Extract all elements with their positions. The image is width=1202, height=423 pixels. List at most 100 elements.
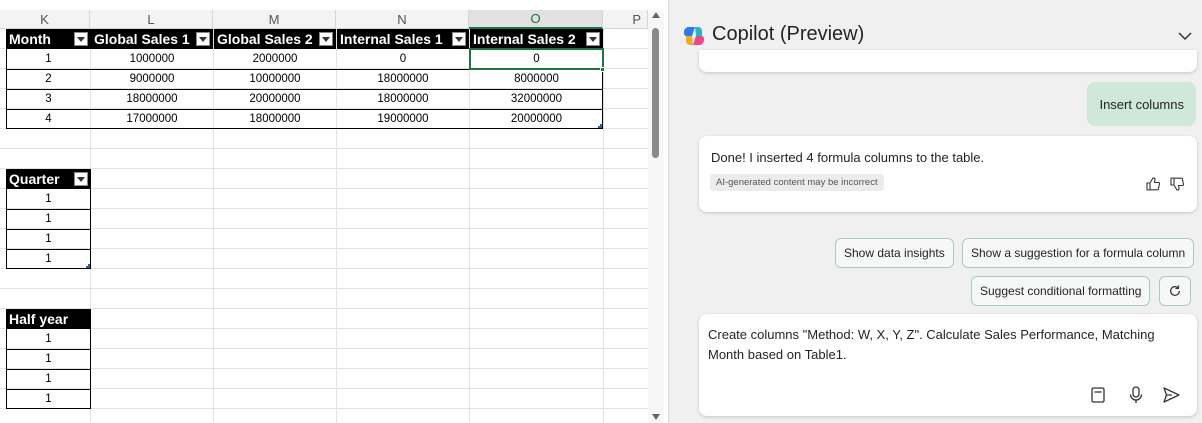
table-cell[interactable]: 18000000 (214, 109, 336, 129)
table-cell[interactable]: 18000000 (337, 89, 469, 109)
previous-message-card (699, 50, 1197, 72)
table-cell[interactable]: 8000000 (470, 69, 603, 89)
table-cell[interactable]: 20000000 (214, 89, 336, 109)
prompt-input-box[interactable]: Create columns "Method: W, X, Y, Z". Cal… (699, 314, 1197, 416)
grid-row (0, 129, 648, 149)
active-cell-border (469, 48, 604, 70)
filter-dropdown-icon[interactable] (452, 32, 466, 46)
column-header-o[interactable]: O (469, 10, 603, 29)
table-header-global-sales-2[interactable]: Global Sales 2 (214, 29, 336, 49)
table-resize-handle[interactable] (86, 264, 90, 268)
table-cell[interactable]: 18000000 (91, 89, 213, 109)
header-label: Global Sales 1 (94, 31, 190, 47)
grid-row (0, 189, 648, 209)
table-cell[interactable]: 0 (337, 49, 469, 69)
table-cell[interactable]: 3 (6, 89, 91, 109)
grid-row (0, 409, 648, 423)
header-label: Quarter (9, 171, 60, 187)
quarter-cell[interactable]: 1 (6, 209, 91, 229)
column-header-n[interactable]: N (336, 10, 469, 29)
header-label: Global Sales 2 (217, 31, 313, 47)
copilot-logo-icon (683, 27, 705, 45)
scroll-up-arrow-icon[interactable] (652, 12, 660, 18)
grid-row (0, 329, 648, 349)
reply-text: Done! I inserted 4 formula columns to th… (711, 150, 985, 165)
thumbs-up-icon[interactable] (1145, 176, 1161, 192)
refresh-icon (1170, 285, 1180, 296)
suggestion-label: Show a suggestion for a formula column (971, 246, 1186, 260)
header-label: Half year (9, 311, 69, 327)
grid-row (0, 349, 648, 369)
user-message-bubble: Insert columns (1087, 82, 1196, 126)
table-header-quarter[interactable]: Quarter (6, 169, 91, 189)
vertical-scrollbar[interactable] (648, 10, 664, 423)
quarter-cell[interactable]: 1 (6, 189, 91, 209)
grid-row (0, 289, 648, 309)
refresh-suggestions-button[interactable] (1159, 276, 1191, 306)
filter-dropdown-icon[interactable] (196, 32, 210, 46)
grid-row (0, 249, 648, 269)
microphone-icon[interactable] (1126, 385, 1146, 405)
suggestion-conditional-formatting[interactable]: Suggest conditional formatting (971, 276, 1151, 306)
table-resize-handle[interactable] (598, 124, 602, 128)
table-cell[interactable]: 1 (6, 49, 91, 69)
halfyear-cell[interactable]: 1 (6, 329, 91, 349)
table-cell[interactable]: 17000000 (91, 109, 213, 129)
filter-dropdown-icon[interactable] (74, 172, 88, 186)
scrollbar-thumb[interactable] (652, 28, 659, 158)
quarter-cell[interactable]: 1 (6, 249, 91, 269)
grid-row (0, 309, 648, 329)
grid-row (0, 169, 648, 189)
table-cell[interactable]: 2000000 (214, 49, 336, 69)
filter-dropdown-icon[interactable] (586, 32, 600, 46)
table-cell[interactable]: 9000000 (91, 69, 213, 89)
quarter-cell[interactable]: 1 (6, 229, 91, 249)
table-header-global-sales-1[interactable]: Global Sales 1 (91, 29, 213, 49)
table-header-month[interactable]: Month (6, 29, 91, 49)
table-header-internal-sales-2[interactable]: Internal Sales 2 (470, 29, 603, 49)
filter-dropdown-icon[interactable] (74, 32, 88, 46)
halfyear-cell[interactable]: 1 (6, 349, 91, 369)
grid-row (0, 149, 648, 169)
halfyear-cell[interactable]: 1 (6, 389, 91, 409)
scroll-down-arrow-icon[interactable] (652, 414, 660, 420)
column-header-l[interactable]: L (90, 10, 213, 29)
table-cell[interactable]: 32000000 (470, 89, 603, 109)
header-label: Internal Sales 2 (473, 31, 576, 47)
table-cell[interactable]: 1000000 (91, 49, 213, 69)
column-header-p[interactable]: P (603, 10, 648, 29)
prompt-guide-icon[interactable] (1088, 385, 1108, 405)
table-cell[interactable]: 19000000 (337, 109, 469, 129)
table-header-internal-sales-1[interactable]: Internal Sales 1 (337, 29, 469, 49)
chevron-down-icon[interactable] (1177, 28, 1193, 44)
table-cell[interactable]: 2 (6, 69, 91, 89)
suggestion-formula-column[interactable]: Show a suggestion for a formula column (962, 238, 1195, 268)
grid-row (0, 389, 648, 409)
user-message-text: Insert columns (1099, 96, 1184, 112)
suggestion-show-data-insights[interactable]: Show data insights (835, 238, 954, 268)
table-header-half-year[interactable]: Half year (6, 309, 91, 329)
header-label: Internal Sales 1 (340, 31, 443, 47)
prompt-input-text[interactable]: Create columns "Method: W, X, Y, Z". Cal… (708, 325, 1188, 365)
copilot-pane: Copilot (Preview) Insert columns Done! I… (668, 0, 1202, 423)
column-header-k[interactable]: K (0, 10, 90, 29)
table-cell[interactable]: 10000000 (214, 69, 336, 89)
filter-dropdown-icon[interactable] (319, 32, 333, 46)
copilot-title: Copilot (Preview) (712, 23, 865, 45)
grid-row (0, 209, 648, 229)
column-header-m[interactable]: M (213, 10, 336, 29)
suggestion-label: Show data insights (844, 246, 945, 260)
table-cell[interactable]: 4 (6, 109, 91, 129)
halfyear-cell[interactable]: 1 (6, 369, 91, 389)
table-cell[interactable]: 20000000 (470, 109, 603, 129)
grid-row (0, 229, 648, 249)
grid-column-line (603, 29, 604, 423)
fill-handle[interactable] (600, 67, 605, 72)
ai-disclaimer-badge: AI-generated content may be incorrect (710, 174, 884, 191)
send-icon[interactable] (1161, 385, 1181, 405)
thumbs-down-icon[interactable] (1169, 176, 1185, 192)
spreadsheet-grid[interactable]: K L M N O P Month Global Sales 1 Global … (0, 0, 648, 423)
table-cell[interactable]: 18000000 (337, 69, 469, 89)
suggestion-label: Suggest conditional formatting (980, 284, 1142, 298)
column-headers: K L M N O P (0, 10, 648, 29)
